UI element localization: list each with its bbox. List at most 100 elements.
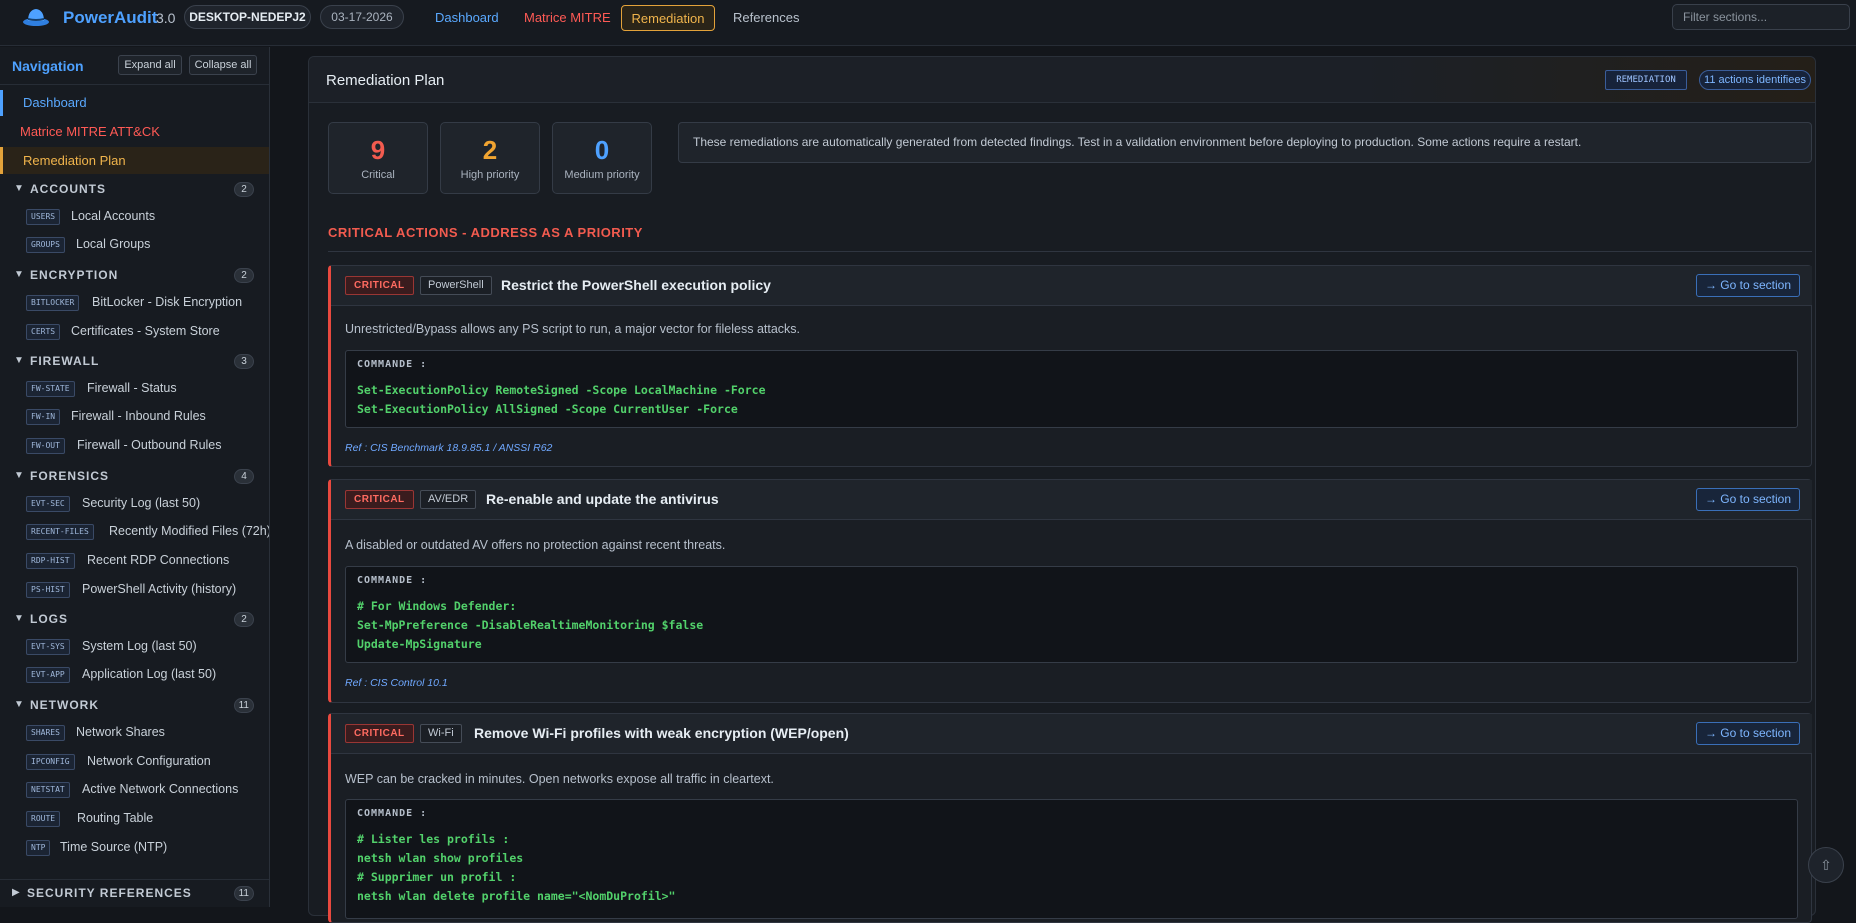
- caret-down-icon: ▼: [14, 613, 24, 624]
- sidebar-item-evt-app[interactable]: EVT-APP Application Log (last 50): [0, 664, 269, 688]
- stat-value: 2: [482, 135, 498, 165]
- topnav-references[interactable]: References: [733, 5, 799, 31]
- sidebar-item-local-groups[interactable]: GROUPS Local Groups: [0, 234, 269, 258]
- code-label: COMMANDE :: [357, 359, 428, 370]
- category-badge: AV/EDR: [420, 490, 477, 509]
- hostname-badge: DESKTOP-NEDEPJ2: [184, 5, 311, 29]
- code-label: COMMANDE :: [357, 808, 428, 819]
- sidebar-item-fw-status[interactable]: FW-STATE Firewall - Status: [0, 378, 269, 402]
- go-to-section-button[interactable]: → Go to section: [1696, 274, 1800, 297]
- app-name: PowerAudit: [63, 8, 158, 27]
- sidebar-group-network[interactable]: ▼ NETWORK 11: [0, 695, 269, 717]
- card-description: A disabled or outdated AV offers no prot…: [345, 538, 726, 552]
- code-line: # Supprimer un profil :: [357, 870, 517, 884]
- section-tag: IPCONFIG: [26, 754, 75, 770]
- group-count-badge: 4: [234, 469, 254, 484]
- sidebar-item-label: Routing Table: [77, 811, 154, 825]
- sidebar-group-forensics[interactable]: ▼ FORENSICS 4: [0, 466, 269, 488]
- sidebar-link-dashboard[interactable]: Dashboard: [0, 90, 269, 116]
- sidebar-item-rdp-hist[interactable]: RDP-HIST Recent RDP Connections: [0, 550, 269, 574]
- section-tag: ROUTE: [26, 811, 61, 827]
- code-block[interactable]: COMMANDE : Set-ExecutionPolicy RemoteSig…: [345, 350, 1798, 428]
- sidebar-item-recent-files[interactable]: RECENT-FILES Recently Modified Files (72…: [0, 521, 269, 545]
- sidebar-item-label: Firewall - Outbound Rules: [77, 438, 222, 452]
- sidebar-item-fw-outbound[interactable]: FW-OUT Firewall - Outbound Rules: [0, 435, 269, 459]
- group-name: ACCOUNTS: [30, 182, 106, 196]
- card-title: Restrict the PowerShell execution policy: [501, 277, 771, 293]
- sidebar-item-certificates[interactable]: CERTS Certificates - System Store: [0, 321, 269, 345]
- code-line: Set-MpPreference -DisableRealtimeMonitor…: [357, 618, 704, 632]
- section-tag: BITLOCKER: [26, 295, 80, 311]
- section-heading-critical: CRITICAL ACTIONS - ADDRESS AS A PRIORITY: [328, 225, 643, 240]
- group-name: ENCRYPTION: [30, 268, 119, 282]
- group-count-badge: 2: [234, 268, 254, 283]
- go-to-section-button[interactable]: → Go to section: [1696, 722, 1800, 745]
- code-label: COMMANDE :: [357, 575, 428, 586]
- sidebar-item-label: Network Shares: [76, 725, 165, 739]
- code-line: netsh wlan delete profile name="<NomDuPr…: [357, 889, 676, 903]
- sidebar-item-netstat[interactable]: NETSTAT Active Network Connections: [0, 779, 269, 803]
- sidebar-item-evt-sys[interactable]: EVT-SYS System Log (last 50): [0, 636, 269, 660]
- sidebar-group-firewall[interactable]: ▼ FIREWALL 3: [0, 351, 269, 373]
- sidebar-link-remediation[interactable]: Remediation Plan: [0, 147, 269, 174]
- section-tag: EVT-SEC: [26, 496, 70, 512]
- sidebar-divider: [0, 84, 269, 85]
- card-header: CRITICAL Wi-Fi Remove Wi-Fi profiles wit…: [331, 714, 1812, 754]
- sidebar-group-accounts[interactable]: ▼ ACCOUNTS 2: [0, 179, 269, 201]
- group-name: LOGS: [30, 612, 69, 626]
- sidebar-item-label: Security Log (last 50): [82, 496, 201, 510]
- topnav-mitre[interactable]: Matrice MITRE: [524, 5, 611, 31]
- sidebar-group-logs[interactable]: ▼ LOGS 2: [0, 609, 269, 631]
- remediation-card: CRITICAL PowerShell Restrict the PowerSh…: [328, 265, 1812, 467]
- sidebar-item-route[interactable]: ROUTE Routing Table: [0, 808, 269, 832]
- topnav-dashboard[interactable]: Dashboard: [435, 5, 499, 31]
- sidebar-item-local-accounts[interactable]: USERS Local Accounts: [0, 206, 269, 230]
- app-version: 3.0: [156, 10, 176, 26]
- section-tag: FW-STATE: [26, 381, 75, 397]
- sidebar-item-ipconfig[interactable]: IPCONFIG Network Configuration: [0, 751, 269, 775]
- sidebar-item-ps-hist[interactable]: PS-HIST PowerShell Activity (history): [0, 579, 269, 603]
- card-header: CRITICAL PowerShell Restrict the PowerSh…: [331, 266, 1812, 306]
- section-tag: EVT-SYS: [26, 639, 70, 655]
- filter-sections-input[interactable]: [1672, 4, 1850, 30]
- remediation-badge: REMEDIATION: [1605, 70, 1687, 90]
- caret-down-icon: ▼: [14, 699, 24, 710]
- top-bar: PowerAudit 3.0 DESKTOP-NEDEPJ2 03-17-202…: [0, 0, 1856, 46]
- section-divider: [328, 251, 1812, 252]
- sidebar-item-label: Application Log (last 50): [82, 667, 217, 681]
- section-tag: USERS: [26, 209, 61, 225]
- sidebar-item-label: Network Configuration: [87, 754, 211, 768]
- sidebar-item-bitlocker[interactable]: BITLOCKER BitLocker - Disk Encryption: [0, 292, 269, 316]
- stat-label: High priority: [460, 169, 520, 181]
- sidebar: Navigation Expand all Collapse all Dashb…: [0, 47, 270, 907]
- group-count-badge: 11: [233, 886, 254, 901]
- scroll-to-top-icon[interactable]: ⇧: [1808, 847, 1844, 883]
- sidebar-item-ntp[interactable]: NTP Time Source (NTP): [0, 837, 269, 861]
- code-line: Set-ExecutionPolicy AllSigned -Scope Cur…: [357, 402, 738, 416]
- stat-critical: 9 Critical: [328, 122, 428, 194]
- card-reference: Ref : CIS Benchmark 18.9.85.1 / ANSSI R6…: [345, 442, 553, 454]
- date-badge: 03-17-2026: [320, 5, 404, 29]
- collapse-all-button[interactable]: Collapse all: [189, 55, 257, 75]
- topnav-remediation[interactable]: Remediation: [621, 5, 715, 31]
- sidebar-item-label: Recently Modified Files (72h): [109, 524, 270, 538]
- code-block[interactable]: COMMANDE : # For Windows Defender: Set-M…: [345, 566, 1798, 663]
- sidebar-item-evt-sec[interactable]: EVT-SEC Security Log (last 50): [0, 493, 269, 517]
- code-block[interactable]: COMMANDE : # Lister les profils : netsh …: [345, 799, 1798, 919]
- sidebar-group-encryption[interactable]: ▼ ENCRYPTION 2: [0, 265, 269, 287]
- code-line: # Lister les profils :: [357, 832, 510, 846]
- sidebar-item-label: Firewall - Status: [87, 381, 177, 395]
- severity-badge: CRITICAL: [345, 490, 414, 509]
- go-to-section-button[interactable]: → Go to section: [1696, 488, 1800, 511]
- sidebar-item-shares[interactable]: SHARES Network Shares: [0, 722, 269, 746]
- expand-all-button[interactable]: Expand all: [118, 55, 182, 75]
- sidebar-item-fw-inbound[interactable]: FW-IN Firewall - Inbound Rules: [0, 406, 269, 430]
- sidebar-group-security-references[interactable]: ▶ SECURITY REFERENCES 11: [0, 879, 269, 907]
- sidebar-link-mitre[interactable]: Matrice MITRE ATT&CK: [0, 119, 269, 145]
- section-tag: GROUPS: [26, 237, 65, 253]
- stat-label: Critical: [361, 169, 395, 181]
- section-tag: SHARES: [26, 725, 65, 741]
- sidebar-item-label: Time Source (NTP): [60, 840, 168, 854]
- caret-down-icon: ▼: [14, 183, 24, 194]
- code-line: Update-MpSignature: [357, 637, 482, 651]
